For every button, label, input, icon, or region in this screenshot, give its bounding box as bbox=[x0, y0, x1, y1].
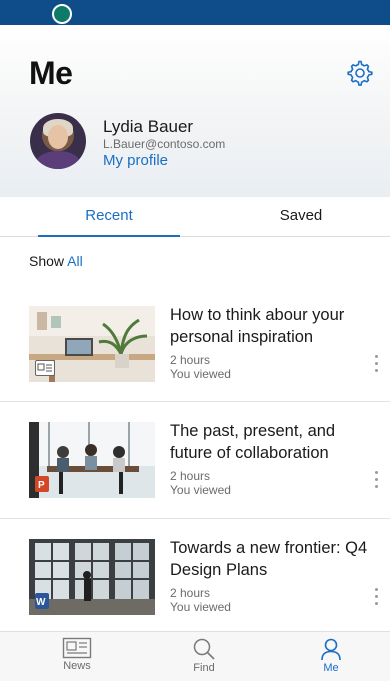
news-icon bbox=[35, 360, 55, 376]
avatar[interactable] bbox=[30, 113, 86, 169]
item-status: You viewed bbox=[170, 600, 231, 614]
search-icon bbox=[193, 638, 215, 660]
item-thumbnail bbox=[29, 306, 155, 382]
profile-name: Lydia Bauer bbox=[103, 117, 194, 136]
my-profile-link[interactable]: My profile bbox=[103, 152, 168, 169]
profile-email: L.Bauer@contoso.com bbox=[103, 137, 226, 151]
nav-find[interactable]: Find bbox=[159, 632, 249, 681]
tab-bar: Recent Saved bbox=[0, 197, 390, 237]
gear-icon[interactable] bbox=[345, 58, 373, 86]
show-filter-label: Show bbox=[29, 253, 65, 269]
nav-me-label: Me bbox=[323, 662, 339, 674]
profile-header: Me Lydia Bauer L.Bauer@contoso.com My pr… bbox=[0, 25, 390, 197]
item-title: How to think abour your personal inspira… bbox=[170, 306, 345, 346]
more-options-icon[interactable] bbox=[372, 355, 380, 377]
show-all-link[interactable]: All bbox=[67, 253, 83, 269]
svg-text:P: P bbox=[38, 480, 45, 491]
bottom-navigation: News Find Me bbox=[0, 631, 390, 681]
item-time: 2 hours bbox=[170, 353, 211, 367]
word-icon: W bbox=[35, 593, 49, 609]
list-item[interactable]: How to think abour your personal inspira… bbox=[0, 285, 390, 402]
item-status: You viewed bbox=[170, 483, 231, 497]
item-title: The past, present, and future of collabo… bbox=[170, 422, 336, 462]
status-indicator bbox=[52, 4, 72, 24]
list-item[interactable]: W Towards a new frontier: Q4 Design Plan… bbox=[0, 519, 390, 636]
powerpoint-icon: P bbox=[35, 476, 49, 492]
item-status: You viewed bbox=[170, 367, 231, 381]
page-title: Me bbox=[29, 55, 73, 91]
nav-find-label: Find bbox=[193, 662, 215, 674]
list-item[interactable]: P The past, present, and future of colla… bbox=[0, 402, 390, 519]
nav-me[interactable]: Me bbox=[286, 632, 376, 681]
tab-recent[interactable]: Recent bbox=[38, 197, 180, 237]
item-title: Towards a new frontier: Q4 Design Plans bbox=[170, 539, 368, 579]
status-bar bbox=[0, 0, 390, 25]
more-options-icon[interactable] bbox=[372, 588, 380, 610]
news-icon bbox=[62, 637, 92, 659]
person-icon bbox=[321, 638, 341, 661]
item-time: 2 hours bbox=[170, 469, 211, 483]
nav-news[interactable]: News bbox=[32, 632, 122, 681]
show-filter: Show All bbox=[29, 253, 83, 269]
item-time: 2 hours bbox=[170, 586, 211, 600]
item-thumbnail: W bbox=[29, 539, 155, 615]
item-thumbnail: P bbox=[29, 422, 155, 498]
tab-saved[interactable]: Saved bbox=[230, 197, 372, 237]
nav-news-label: News bbox=[63, 660, 91, 672]
svg-text:W: W bbox=[36, 597, 46, 608]
more-options-icon[interactable] bbox=[372, 471, 380, 493]
